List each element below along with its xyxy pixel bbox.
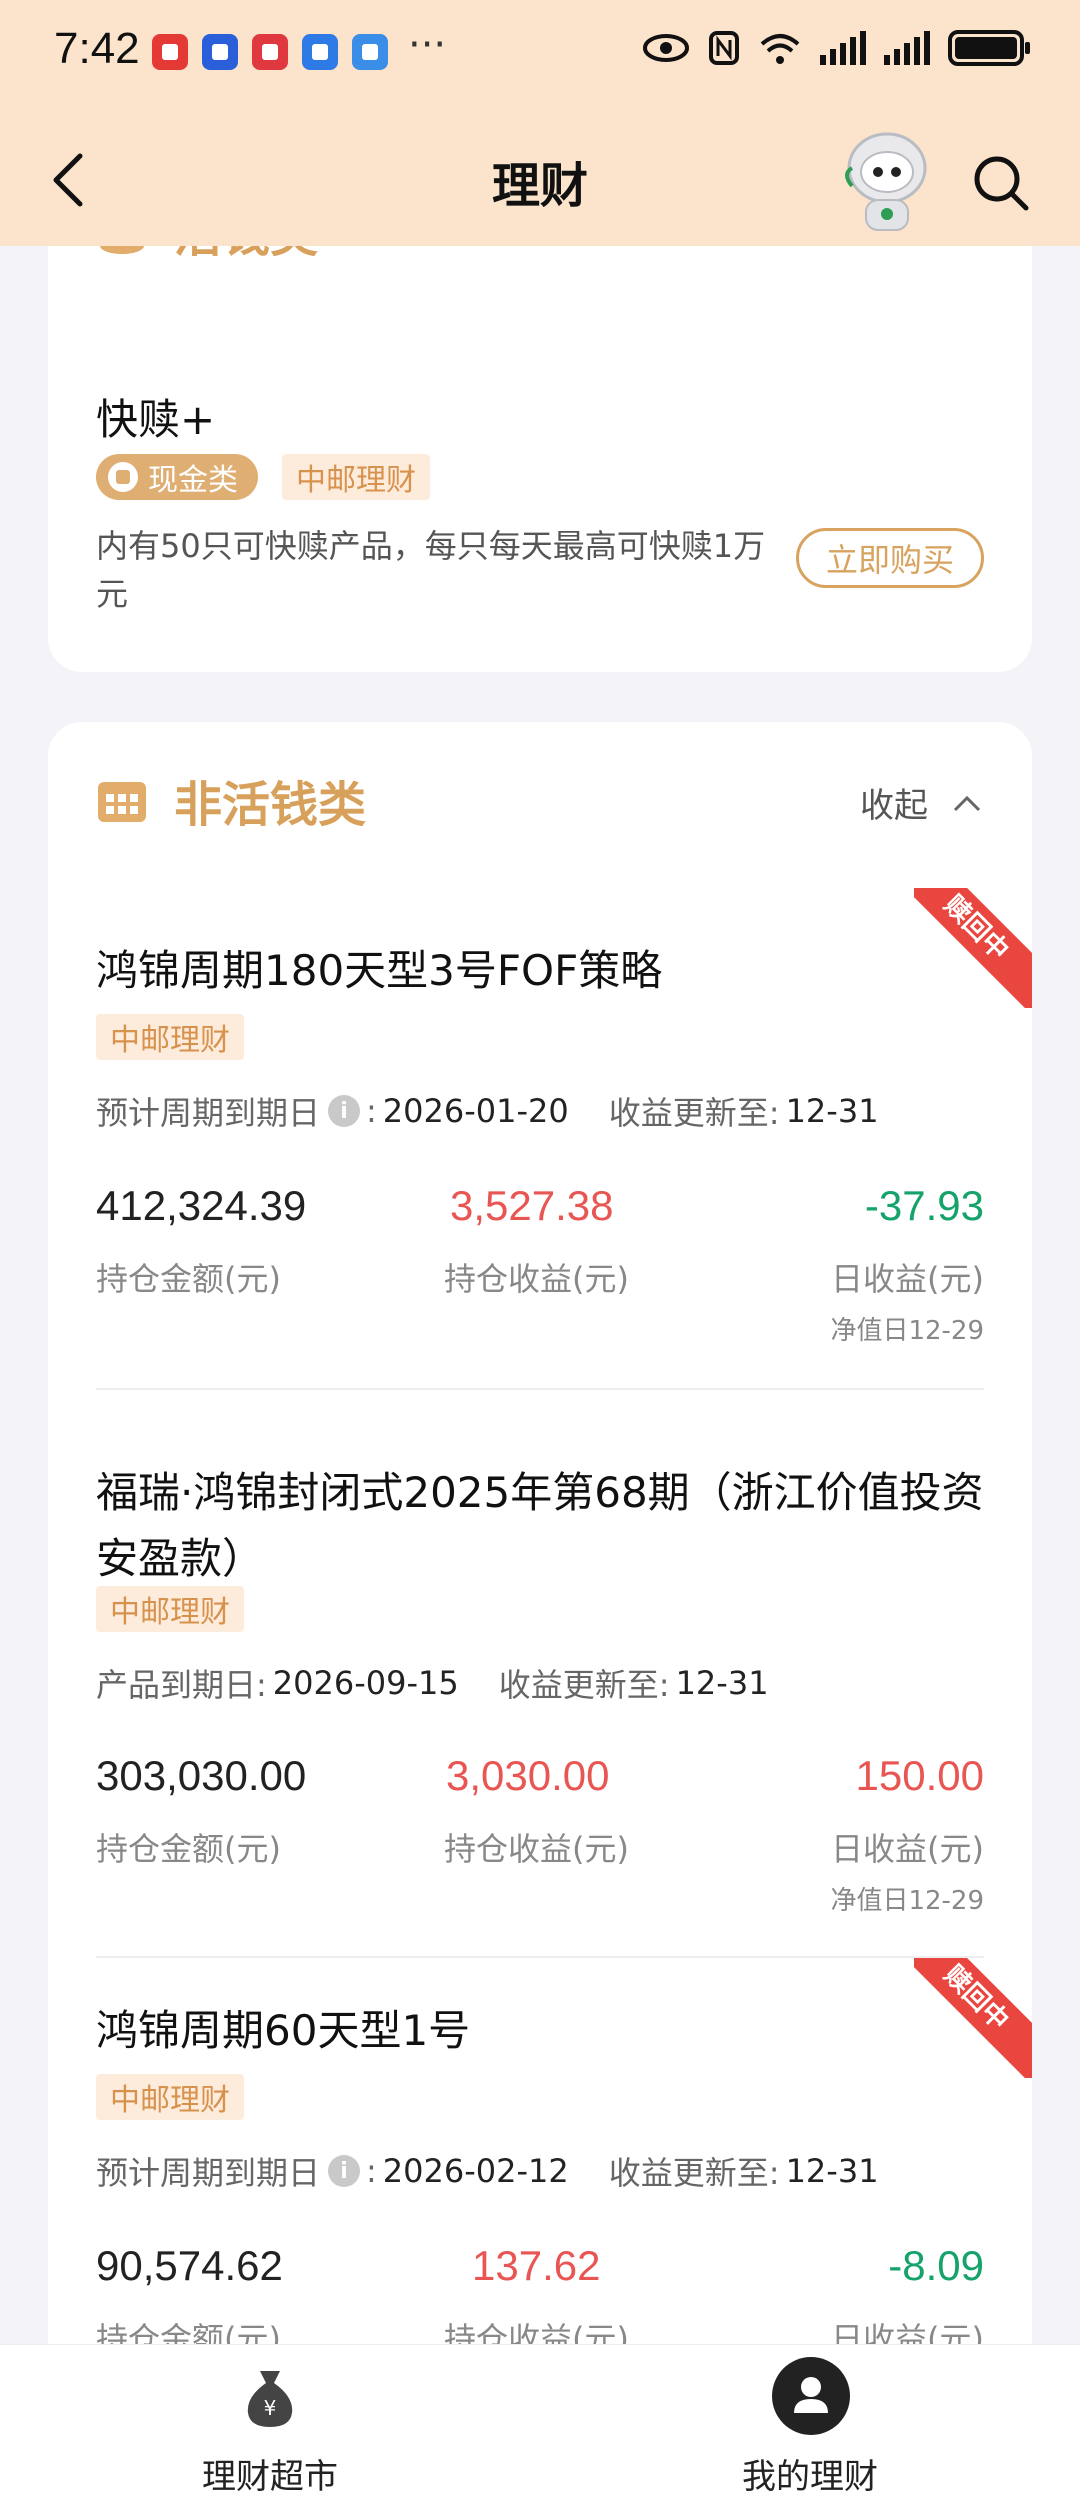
holding-amount: 303,030.00 bbox=[96, 1752, 307, 1799]
product-name: 鸿锦周期60天型1号 bbox=[96, 2006, 471, 2055]
nfc-icon bbox=[709, 31, 739, 65]
nav-label: 理财超市 bbox=[202, 2457, 338, 2497]
liquid-section-card: 活钱类 收起 快赎+ 现金类 中邮理财 内有50只可快赎产品，每只每天最高可快赎… bbox=[48, 200, 1032, 672]
signal-icon-2 bbox=[884, 31, 930, 65]
holding-profit: 3,030.00 bbox=[446, 1752, 610, 1799]
robot-mascot-icon[interactable] bbox=[838, 128, 936, 236]
product-name: 福瑞·鸿锦封闭式2025年第68期（浙江价值投资安盈款） bbox=[96, 1468, 984, 1583]
nav-date: 净值日12-29 bbox=[830, 1316, 984, 1346]
product-card[interactable]: 福瑞·鸿锦封闭式2025年第68期（浙江价值投资安盈款） 中邮理财 产品到期日:… bbox=[48, 1388, 1032, 1958]
non-liquid-section-title: 非活钱类 bbox=[174, 777, 367, 833]
search-icon[interactable] bbox=[970, 152, 1032, 214]
info-icon[interactable]: i bbox=[328, 2155, 361, 2187]
holding-profit-label: 持仓收益(元) bbox=[444, 1260, 629, 1298]
collapse-label: 收起 bbox=[860, 786, 928, 826]
daily-profit: -37.93 bbox=[864, 1182, 984, 1229]
holding-profit: 3,527.38 bbox=[450, 1182, 614, 1229]
calendar-icon bbox=[98, 782, 146, 822]
non-liquid-section-header[interactable]: 非活钱类 bbox=[96, 760, 366, 840]
status-time: 7:42 bbox=[54, 24, 140, 73]
holding-amount-label: 持仓金额(元) bbox=[96, 1830, 281, 1868]
money-bag-icon: ¥ bbox=[247, 2371, 293, 2427]
nav-label: 我的理财 bbox=[742, 2457, 878, 2497]
product-name: 鸿锦周期180天型3号FOF策略 bbox=[96, 946, 663, 995]
wallet-app-icon bbox=[352, 34, 388, 70]
daily-profit-label: 日收益(元) bbox=[831, 1260, 984, 1298]
nav-date: 净值日12-29 bbox=[830, 1886, 984, 1916]
product-description: 内有50只可快赎产品，每只每天最高可快赎1万元 bbox=[96, 527, 766, 613]
holding-amount: 90,574.62 bbox=[96, 2242, 283, 2289]
product-card[interactable]: 赎回中 鸿锦周期60天型1号 中邮理财 预计周期到期日 i : 2026-02-… bbox=[48, 1958, 1032, 2378]
eye-icon bbox=[643, 34, 689, 62]
daily-profit-label: 日收益(元) bbox=[831, 1830, 984, 1868]
non-liquid-section-card: 非活钱类 收起 赎回中 鸿锦周期180天型3号FOF策略 中邮理财 预计周期到期… bbox=[48, 722, 1032, 2504]
wifi-icon bbox=[760, 34, 800, 64]
buy-now-button[interactable]: 立即购买 bbox=[796, 528, 984, 588]
non-liquid-collapse-toggle[interactable]: 收起 bbox=[860, 778, 982, 827]
chevron-up-icon bbox=[953, 795, 981, 811]
org-tag: 中邮理财 bbox=[282, 454, 430, 500]
top-bar: 7:42 ··· 理财 bbox=[0, 0, 1080, 246]
org-tag: 中邮理财 bbox=[96, 2074, 244, 2120]
status-right bbox=[642, 30, 1030, 66]
info-icon[interactable]: i bbox=[328, 1095, 361, 1127]
notification-icons bbox=[152, 34, 388, 70]
product-meta: 预计周期到期日 i : 2026-02-12 收益更新至: 12-31 bbox=[96, 2152, 879, 2192]
user-icon bbox=[772, 2357, 850, 2435]
holding-amount-label: 持仓金额(元) bbox=[96, 1260, 281, 1298]
daily-profit: 150.00 bbox=[855, 1752, 984, 1799]
daily-profit: -8.09 bbox=[888, 2242, 984, 2289]
status-bar: 7:42 ··· bbox=[0, 0, 1080, 104]
cash-type-tag: 现金类 bbox=[96, 454, 258, 500]
org-tag: 中邮理财 bbox=[96, 1014, 244, 1060]
huawei-app-icon bbox=[152, 34, 188, 70]
cash-bag-icon bbox=[108, 462, 138, 492]
holding-profit-label: 持仓收益(元) bbox=[444, 1830, 629, 1868]
holding-profit: 137.62 bbox=[472, 2242, 601, 2289]
holding-amount: 412,324.39 bbox=[96, 1182, 307, 1229]
nav-my-finance[interactable]: 我的理财 bbox=[660, 2345, 960, 2504]
message-app-icon bbox=[252, 34, 288, 70]
browser-app-icon bbox=[202, 34, 238, 70]
product-card[interactable]: 赎回中 鸿锦周期180天型3号FOF策略 中邮理财 预计周期到期日 i : 20… bbox=[48, 888, 1032, 1448]
nav-finance-market[interactable]: ¥ 理财超市 bbox=[120, 2345, 420, 2504]
more-notifications-icon: ··· bbox=[408, 22, 447, 68]
bottom-nav: ¥ 理财超市 我的理财 bbox=[0, 2344, 1080, 2504]
org-tag: 中邮理财 bbox=[96, 1586, 244, 1632]
product-meta: 预计周期到期日 i : 2026-01-20 收益更新至: 12-31 bbox=[96, 1092, 879, 1132]
svg-text:¥: ¥ bbox=[264, 2396, 277, 2420]
product-name[interactable]: 快赎+ bbox=[96, 386, 215, 447]
product-meta: 产品到期日: 2026-09-15 收益更新至: 12-31 bbox=[96, 1664, 769, 1704]
battery-icon bbox=[948, 30, 1030, 66]
tips-app-icon bbox=[302, 34, 338, 70]
signal-icon-1 bbox=[820, 31, 866, 65]
